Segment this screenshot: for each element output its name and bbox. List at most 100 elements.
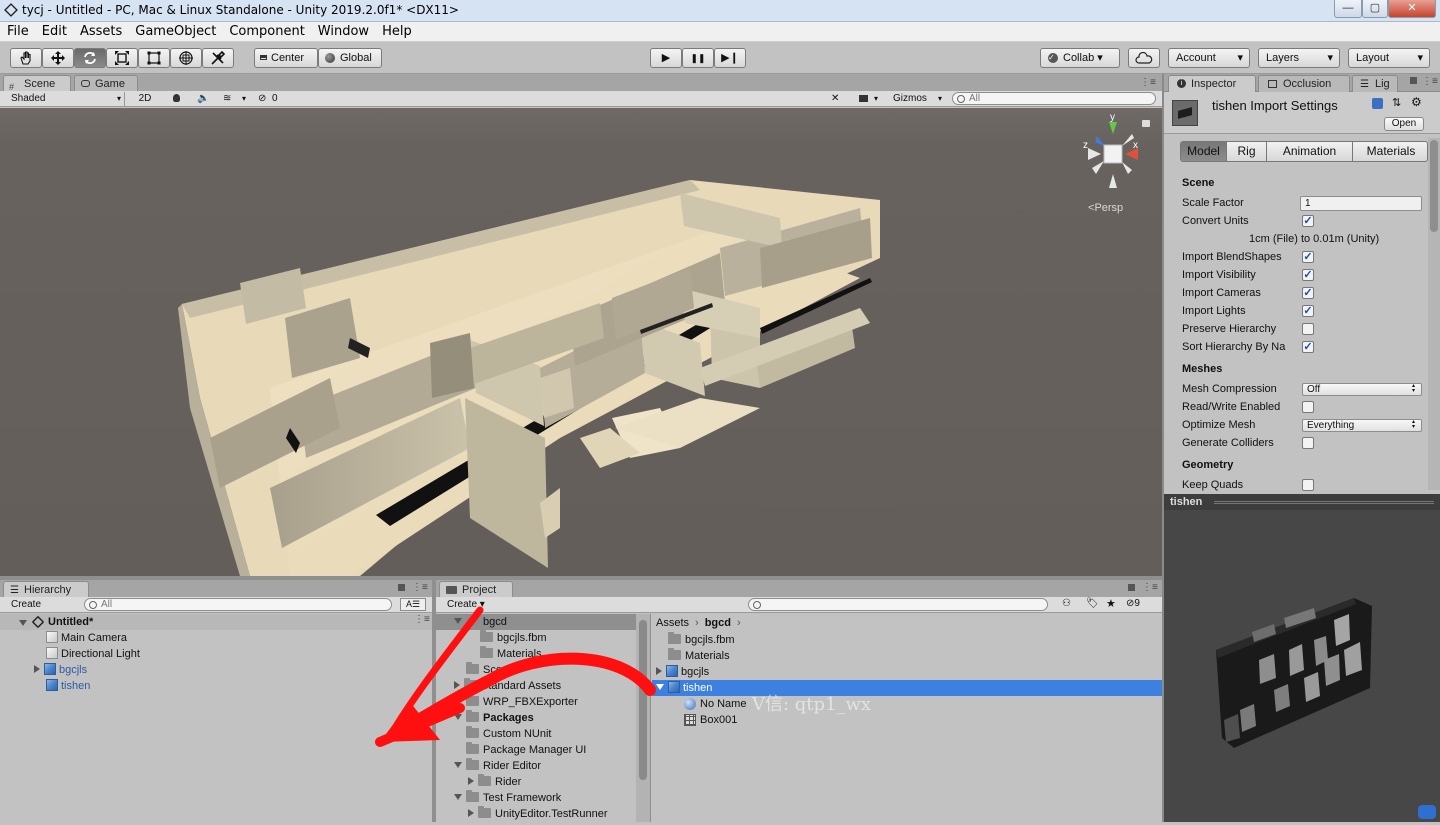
hierarchy-item[interactable]: bgcjls xyxy=(34,662,87,678)
lighting-toggle[interactable] xyxy=(166,92,188,106)
menu-edit[interactable]: Edit xyxy=(35,22,73,39)
tree-item[interactable]: Test Framework xyxy=(454,790,561,806)
tab-inspector[interactable]: Inspector i xyxy=(1168,75,1256,92)
menu-file[interactable]: File xyxy=(0,22,35,39)
file-item[interactable]: Box001 xyxy=(684,712,737,728)
effects-dropdown[interactable]: ≋ ▾ xyxy=(220,92,252,106)
scale-tool-button[interactable] xyxy=(106,48,138,68)
tree-item[interactable]: UnityEditor.TestRunner xyxy=(468,806,608,822)
import-cameras-checkbox[interactable]: ✓ xyxy=(1302,287,1314,299)
step-button[interactable]: ▶❙ xyxy=(714,48,746,68)
asset-bundle-icon[interactable] xyxy=(1418,805,1436,819)
pivot-global-toggle[interactable]: Global xyxy=(318,48,382,68)
custom-tool-button[interactable] xyxy=(202,48,234,68)
preview-header[interactable]: tishen xyxy=(1164,494,1440,510)
2d-toggle[interactable]: 2D xyxy=(134,92,156,106)
import-lights-checkbox[interactable]: ✓ xyxy=(1302,305,1314,317)
layout-dropdown[interactable]: Layout ▾ xyxy=(1348,48,1430,68)
inspector-scrollbar[interactable] xyxy=(1428,138,1440,490)
breadcrumb-bgcd[interactable]: bgcd xyxy=(705,617,731,629)
account-dropdown[interactable]: Account ▾ xyxy=(1168,48,1250,68)
panel-menu-icon[interactable]: ⋮≡ xyxy=(1142,582,1158,593)
pause-button[interactable]: ❚❚ xyxy=(682,48,714,68)
model-preview[interactable] xyxy=(1164,510,1440,822)
lock-icon[interactable] xyxy=(1128,584,1135,591)
hierarchy-item[interactable]: Main Camera xyxy=(46,630,127,646)
menu-component[interactable]: Component xyxy=(222,22,310,39)
tree-item[interactable]: Rider xyxy=(468,774,521,790)
hand-tool-button[interactable] xyxy=(10,48,42,68)
tab-rig[interactable]: Rig xyxy=(1227,142,1267,161)
hidden-count-badge[interactable]: ⊘9 xyxy=(1126,598,1140,609)
expand-arrow-icon[interactable] xyxy=(19,620,27,626)
layers-dropdown[interactable]: Layers ▾ xyxy=(1258,48,1340,68)
pivot-center-toggle[interactable]: Center xyxy=(254,48,318,68)
transform-tool-button[interactable] xyxy=(170,48,202,68)
open-button[interactable]: Open xyxy=(1384,117,1424,131)
file-item[interactable]: Materials xyxy=(668,648,730,664)
play-button[interactable]: ▶ xyxy=(650,48,682,68)
projection-label[interactable]: <Persp xyxy=(1088,202,1123,214)
gear-icon[interactable]: ⚙ xyxy=(1411,95,1422,109)
menu-gameobject[interactable]: GameObject xyxy=(128,22,222,39)
scene-search-input[interactable]: All xyxy=(952,92,1156,105)
scale-factor-field[interactable]: 1 xyxy=(1300,196,1422,211)
convert-units-checkbox[interactable]: ✓ xyxy=(1302,215,1314,227)
expand-arrow-icon[interactable] xyxy=(34,665,40,673)
gizmos-dropdown[interactable]: Gizmos ▾ xyxy=(890,92,944,106)
sort-hierarchy-checkbox[interactable]: ✓ xyxy=(1302,341,1314,353)
optimize-mesh-dropdown[interactable]: Everything xyxy=(1302,419,1422,432)
tab-scene[interactable]: Scene # xyxy=(3,75,71,92)
file-item-selected[interactable]: tishen xyxy=(652,680,1162,696)
hierarchy-item[interactable]: tishen xyxy=(46,678,90,694)
hidden-objects-toggle[interactable]: ⊘ 0 xyxy=(256,92,284,106)
generate-colliders-checkbox[interactable] xyxy=(1302,437,1314,449)
search-by-type-icon[interactable]: ⚇ xyxy=(1062,598,1071,609)
preserve-hierarchy-checkbox[interactable] xyxy=(1302,323,1314,335)
scene-header-row[interactable]: Untitled* ⋮≡ xyxy=(0,614,432,630)
preset-icon[interactable]: ⇅ xyxy=(1392,96,1401,109)
import-visibility-checkbox[interactable]: ✓ xyxy=(1302,269,1314,281)
scene-viewport[interactable]: y x z <Persp xyxy=(0,108,1162,576)
tab-hierarchy[interactable]: Hierarchy ☰ xyxy=(3,581,89,598)
move-tool-button[interactable] xyxy=(42,48,74,68)
lock-icon[interactable] xyxy=(1142,120,1150,127)
audio-toggle[interactable]: 🔈 xyxy=(192,92,214,106)
tools-settings-button[interactable]: ✕ xyxy=(828,92,848,106)
rect-tool-button[interactable] xyxy=(138,48,170,68)
shading-mode-dropdown[interactable]: Shaded ▾ xyxy=(8,92,125,106)
panel-menu-icon[interactable]: ⋮≡ xyxy=(1140,77,1156,88)
tab-game[interactable]: Game xyxy=(74,75,138,92)
tab-materials[interactable]: Materials xyxy=(1353,142,1427,161)
rotate-tool-button[interactable] xyxy=(74,48,106,68)
file-item[interactable]: No Name xyxy=(684,696,746,712)
collab-dropdown[interactable]: Collab ▾ ✓ xyxy=(1040,48,1120,68)
tab-lighting[interactable]: Lig ☰ xyxy=(1352,75,1398,92)
cloud-button[interactable] xyxy=(1128,48,1160,68)
menu-assets[interactable]: Assets xyxy=(73,22,128,39)
star-icon[interactable]: ★ xyxy=(1106,597,1116,610)
hierarchy-search-input[interactable]: All xyxy=(84,598,392,611)
hierarchy-create-dropdown[interactable]: Create ▾ xyxy=(8,598,48,623)
scrollbar-thumb[interactable] xyxy=(1430,140,1438,232)
keep-quads-checkbox[interactable] xyxy=(1302,479,1314,491)
project-search-input[interactable] xyxy=(748,598,1048,611)
panel-menu-icon[interactable]: ⋮≡ xyxy=(1422,76,1438,87)
close-button[interactable]: ✕ xyxy=(1388,0,1436,18)
file-item[interactable]: bgcjls.fbm xyxy=(668,632,735,648)
minimize-button[interactable]: — xyxy=(1334,0,1362,18)
tab-model[interactable]: Model xyxy=(1181,142,1227,161)
orientation-gizmo[interactable]: y x z xyxy=(1080,112,1146,194)
tag-icon[interactable]: 🏷 xyxy=(1086,598,1099,609)
hierarchy-item[interactable]: Directional Light xyxy=(46,646,140,662)
menu-help[interactable]: Help xyxy=(375,22,418,39)
tree-item[interactable]: Rider Editor xyxy=(454,758,541,774)
camera-settings-dropdown[interactable]: ▾ xyxy=(856,92,884,106)
tab-animation[interactable]: Animation xyxy=(1267,142,1353,161)
tab-occlusion[interactable]: Occlusion xyxy=(1258,75,1350,92)
import-blendshapes-checkbox[interactable]: ✓ xyxy=(1302,251,1314,263)
read-write-checkbox[interactable] xyxy=(1302,401,1314,413)
lock-icon[interactable] xyxy=(1410,77,1417,84)
help-icon[interactable] xyxy=(1372,98,1383,109)
maximize-button[interactable]: ▢ xyxy=(1362,0,1388,18)
